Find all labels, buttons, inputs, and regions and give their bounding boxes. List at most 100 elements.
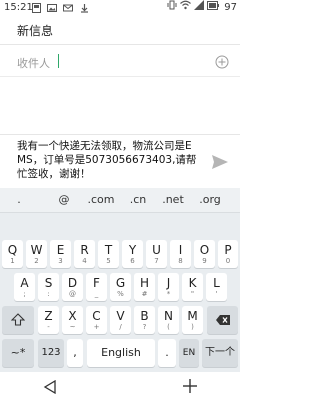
key-w[interactable]: W2 xyxy=(26,240,47,268)
suggestion-com[interactable]: .com xyxy=(86,192,116,208)
key-sub-label: ) xyxy=(191,323,194,331)
key-label: G xyxy=(115,276,126,290)
key-h[interactable]: H # xyxy=(134,273,155,301)
key-sub-label: 2 xyxy=(34,257,39,265)
key-label: J xyxy=(166,276,171,290)
key-i[interactable]: I8 xyxy=(170,240,191,268)
nav-bar xyxy=(0,372,240,400)
send-button[interactable] xyxy=(211,154,229,170)
key-sub-label: % xyxy=(117,290,124,298)
key-sub-label: * xyxy=(166,290,171,298)
key-label: F xyxy=(93,276,100,290)
keyboard: . @ .com .cn .net .org Q1 W2 E3 R4 T5 Y6… xyxy=(0,188,240,372)
key-sub-label: @ xyxy=(69,290,76,298)
key-sub-label: : xyxy=(47,290,50,298)
suggestion-net[interactable]: .net xyxy=(162,192,184,208)
key-label: I xyxy=(178,243,183,257)
key-d[interactable]: D @ xyxy=(62,273,83,301)
key-p[interactable]: P0 xyxy=(218,240,238,268)
screen: 15:21 97 新信息 收件人 我有一个快递无法领取，物流公司是EMS，订单号… xyxy=(0,0,240,400)
key-label: R xyxy=(80,243,89,257)
message-input[interactable]: 我有一个快递无法领取，物流公司是EMS，订单号是5073056673403,请帮… xyxy=(17,139,197,181)
key-label: T xyxy=(104,243,113,257)
key-sub-label: ? xyxy=(142,323,147,331)
comma-key[interactable]: , xyxy=(67,339,83,367)
key-label: U xyxy=(152,243,161,257)
recipient-input[interactable]: 收件人 xyxy=(0,46,240,77)
shift-icon xyxy=(10,313,26,326)
page-title: 新信息 xyxy=(17,24,54,38)
key-e[interactable]: E3 xyxy=(50,240,71,268)
key-label: H xyxy=(139,276,150,290)
status-icons-right: 97 xyxy=(167,0,237,16)
send-icon xyxy=(212,155,228,169)
recipient-label: 收件人 xyxy=(17,57,50,70)
backspace-icon xyxy=(215,315,230,325)
key-j[interactable]: J * xyxy=(158,273,179,301)
key-sub-label: _ xyxy=(94,290,99,298)
plus-icon xyxy=(183,379,197,393)
key-a[interactable]: A; xyxy=(14,273,35,301)
suggestion-strip: . @ .com .cn .net .org xyxy=(0,188,240,213)
vibrate-icon xyxy=(167,0,177,16)
backspace-key[interactable] xyxy=(207,306,238,334)
key-label: V xyxy=(116,309,125,323)
key-z[interactable]: Z- xyxy=(38,306,59,334)
signal-icon xyxy=(193,0,204,16)
key-sub-label: 6 xyxy=(130,257,135,265)
key-label: K xyxy=(188,276,197,290)
key-b[interactable]: B? xyxy=(134,306,155,334)
key-v[interactable]: V / xyxy=(110,306,131,334)
plus-circle-icon xyxy=(215,55,229,69)
numbers-key[interactable]: 123 xyxy=(38,339,64,367)
key-o[interactable]: O9 xyxy=(194,240,215,268)
key-label: Z xyxy=(44,309,53,323)
key-x[interactable]: X ~ xyxy=(62,306,83,334)
key-label: Q xyxy=(7,243,18,257)
key-m[interactable]: M) xyxy=(182,306,203,334)
key-label: B xyxy=(140,309,149,323)
suggestion-cn[interactable]: .cn xyxy=(128,192,148,208)
key-sub-label: 1 xyxy=(10,257,15,265)
key-sub-label: - xyxy=(47,323,50,331)
key-k[interactable]: K " xyxy=(182,273,203,301)
key-sub-label: 7 xyxy=(154,257,159,265)
key-y[interactable]: Y6 xyxy=(122,240,143,268)
key-q[interactable]: Q1 xyxy=(2,240,23,268)
key-label: W xyxy=(30,243,43,257)
status-time: 15:21 xyxy=(4,2,33,13)
back-button[interactable] xyxy=(43,379,57,395)
language-key[interactable]: EN xyxy=(179,339,199,367)
key-sub-label: + xyxy=(93,323,100,331)
key-sub-label: " xyxy=(190,290,195,298)
add-contact-button[interactable] xyxy=(215,54,229,69)
key-label: M xyxy=(187,309,198,323)
key-label: Y xyxy=(128,243,137,257)
key-f[interactable]: F _ xyxy=(86,273,107,301)
key-sub-label: 8 xyxy=(178,257,183,265)
next-key[interactable]: 下一个 xyxy=(202,339,238,367)
symbols-key[interactable]: ~* xyxy=(2,339,34,367)
suggestion-at[interactable]: @ xyxy=(57,192,71,208)
key-label: S xyxy=(44,276,53,290)
key-u[interactable]: U7 xyxy=(146,240,167,268)
status-icons-left xyxy=(32,3,92,13)
shift-key[interactable] xyxy=(2,306,34,334)
key-g[interactable]: G% xyxy=(110,273,131,301)
key-label: N xyxy=(164,309,173,323)
suggestion-dot[interactable]: . xyxy=(14,192,24,208)
period-key[interactable]: . xyxy=(158,339,176,367)
key-s[interactable]: S: xyxy=(38,273,59,301)
key-c[interactable]: C + xyxy=(86,306,107,334)
key-t[interactable]: T5 xyxy=(98,240,119,268)
suggestion-org[interactable]: .org xyxy=(198,192,222,208)
nav-plus-button[interactable] xyxy=(182,378,198,394)
key-l[interactable]: L ' xyxy=(206,273,227,301)
key-label: P xyxy=(224,243,232,257)
key-sub-label: # xyxy=(141,290,148,298)
key-n[interactable]: N( xyxy=(158,306,179,334)
message-compose[interactable]: 我有一个快递无法领取，物流公司是EMS，订单号是5073056673403,请帮… xyxy=(0,134,240,187)
key-sub-label: ' xyxy=(215,290,218,298)
key-r[interactable]: R4 xyxy=(74,240,95,268)
space-key[interactable]: English xyxy=(87,339,155,367)
